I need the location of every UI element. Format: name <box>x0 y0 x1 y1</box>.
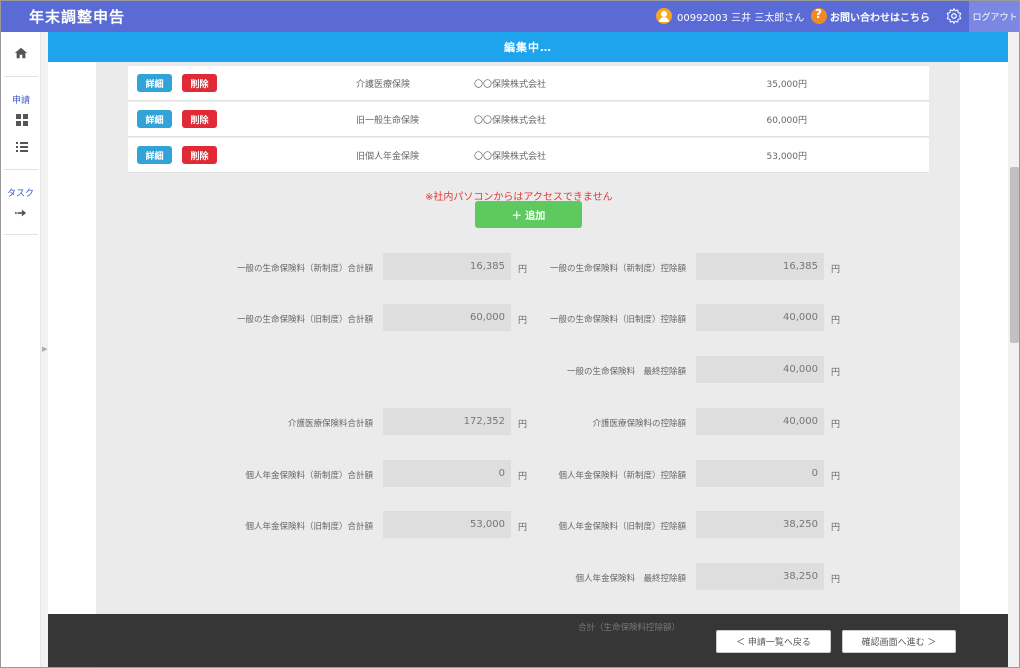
unit-label: 円 <box>518 265 528 275</box>
insurance-type: 旧個人年金保険 <box>356 152 420 162</box>
pension-old-total-field[interactable]: 53,000 <box>383 511 511 538</box>
insurance-type: 介護医療保険 <box>356 80 411 90</box>
table-row: 詳細 削除 旧個人年金保険 〇〇保険株式会社 53,000円 <box>128 138 929 173</box>
editing-banner: 編集中… <box>48 32 1008 62</box>
sidebar-apply-label: 申請 <box>12 96 31 106</box>
contact-link[interactable]: お問い合わせはこちら <box>811 7 930 24</box>
sidebar-divider <box>4 234 38 235</box>
contact-label: お問い合わせはこちら <box>830 12 930 24</box>
pension-old-deduct-label: 個人年金保険料（旧制度）控除額 <box>558 522 686 532</box>
pension-new-deduct-field[interactable]: 0 <box>696 460 824 487</box>
gen-final-field[interactable]: 40,000 <box>696 356 824 383</box>
gen-new-total-field[interactable]: 16,385 <box>383 253 511 280</box>
insurance-type: 旧一般生命保険 <box>356 116 420 126</box>
insurance-company: 〇〇保険株式会社 <box>474 80 547 90</box>
table-row: 詳細 削除 旧一般生命保険 〇〇保険株式会社 60,000円 <box>128 102 929 137</box>
unit-label: 円 <box>831 472 841 482</box>
user-avatar-icon <box>656 8 672 24</box>
gen-old-total-label: 一般の生命保険料（旧制度）合計額 <box>236 315 373 325</box>
list-icon[interactable] <box>16 141 28 153</box>
insurance-amount: 60,000円 <box>766 116 808 126</box>
sidebar: 申請 タスク <box>1 32 41 667</box>
care-total-field[interactable]: 172,352 <box>383 408 511 435</box>
pension-new-total-field[interactable]: 0 <box>383 460 511 487</box>
logout-button[interactable]: ログアウト <box>969 1 1019 32</box>
top-header: 年末調整申告 00992003 三井 三太郎さん お問い合わせはこちら ログアウ… <box>1 1 1019 32</box>
insurance-amount: 53,000円 <box>766 152 808 162</box>
delete-button[interactable]: 削除 <box>182 110 217 128</box>
pension-old-deduct-field[interactable]: 38,250 <box>696 511 824 538</box>
detail-button[interactable]: 詳細 <box>137 110 172 128</box>
grid-icon[interactable] <box>16 114 28 126</box>
unit-label: 円 <box>831 265 841 275</box>
care-deduct-field[interactable]: 40,000 <box>696 408 824 435</box>
pension-old-total-label: 個人年金保険料（旧制度）合計額 <box>245 522 373 532</box>
insurance-company: 〇〇保険株式会社 <box>474 152 547 162</box>
detail-button[interactable]: 詳細 <box>137 146 172 164</box>
unit-label: 円 <box>831 523 841 533</box>
pension-new-total-label: 個人年金保険料（新制度）合計額 <box>245 471 373 481</box>
add-button[interactable]: ＋ 追加 <box>475 201 582 228</box>
gen-old-deduct-label: 一般の生命保険料（旧制度）控除額 <box>549 315 686 325</box>
gen-new-deduct-field[interactable]: 16,385 <box>696 253 824 280</box>
insurance-company: 〇〇保険株式会社 <box>474 116 547 126</box>
delete-button[interactable]: 削除 <box>182 74 217 92</box>
user-info[interactable]: 00992003 三井 三太郎さん <box>656 8 804 24</box>
gen-new-total-label: 一般の生命保険料（新制度）合計額 <box>236 264 373 274</box>
help-icon <box>811 7 827 24</box>
scrollbar-track[interactable] <box>1008 32 1019 667</box>
sidebar-task-label: タスク <box>7 189 35 199</box>
insurance-amount: 35,000円 <box>766 80 808 90</box>
delete-button[interactable]: 削除 <box>182 146 217 164</box>
pension-final-label: 個人年金保険料 最終控除額 <box>575 574 686 584</box>
grand-total-label: 合計（生命保険料控除額） <box>578 623 681 633</box>
unit-label: 円 <box>831 316 841 326</box>
gen-new-deduct-label: 一般の生命保険料（新制度）控除額 <box>549 264 686 274</box>
unit-label: 円 <box>831 575 841 585</box>
gen-old-deduct-field[interactable]: 40,000 <box>696 304 824 331</box>
sidebar-divider <box>4 169 38 170</box>
expand-arrow-icon[interactable]: ▶ <box>42 345 47 353</box>
detail-button[interactable]: 詳細 <box>137 74 172 92</box>
back-to-list-button[interactable]: ＜ 申請一覧へ戻る <box>716 630 831 653</box>
app-title[interactable]: 年末調整申告 <box>29 6 125 27</box>
arrow-right-icon[interactable] <box>15 207 27 219</box>
unit-label: 円 <box>831 368 841 378</box>
sidebar-divider <box>4 76 38 77</box>
table-row: 詳細 削除 介護医療保険 〇〇保険株式会社 35,000円 <box>128 66 929 101</box>
pension-final-field[interactable]: 38,250 <box>696 563 824 590</box>
care-total-label: 介護医療保険料合計額 <box>287 419 373 429</box>
gen-old-total-field[interactable]: 60,000 <box>383 304 511 331</box>
pension-new-deduct-label: 個人年金保険料（新制度）控除額 <box>558 471 686 481</box>
proceed-to-confirm-button[interactable]: 確認画面へ進む ＞ <box>842 630 956 653</box>
unit-label: 円 <box>518 523 528 533</box>
unit-label: 円 <box>831 420 841 430</box>
app-window: 年末調整申告 00992003 三井 三太郎さん お問い合わせはこちら ログアウ… <box>0 0 1020 668</box>
user-name: 00992003 三井 三太郎さん <box>677 12 805 24</box>
scrollbar-thumb[interactable] <box>1010 167 1019 343</box>
care-deduct-label: 介護医療保険料の控除額 <box>592 419 686 429</box>
gear-icon[interactable] <box>945 7 963 25</box>
home-icon[interactable] <box>14 46 28 60</box>
unit-label: 円 <box>518 472 528 482</box>
gen-final-label: 一般の生命保険料 最終控除額 <box>566 367 686 377</box>
unit-label: 円 <box>518 420 528 430</box>
unit-label: 円 <box>518 316 528 326</box>
